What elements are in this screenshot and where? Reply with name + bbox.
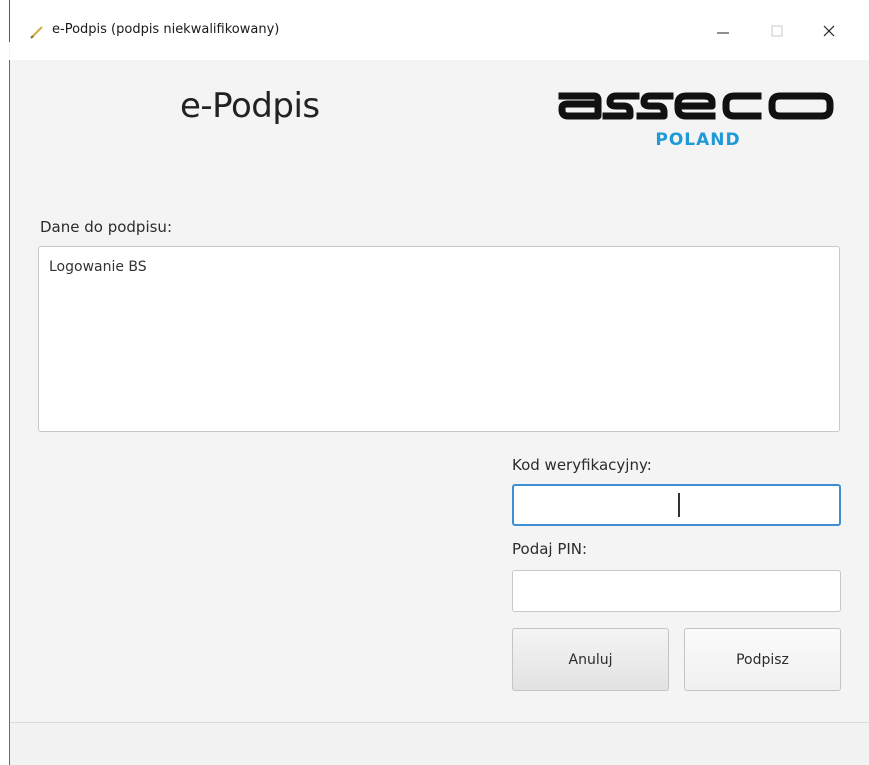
close-button[interactable]: [806, 14, 852, 48]
asseco-logo: POLAND: [558, 82, 838, 154]
app-title: e-Podpis: [180, 86, 320, 126]
pin-label: Podaj PIN:: [512, 540, 588, 558]
signing-window: e-Podpis (podpis niekwalifikowany) e-Pod…: [0, 0, 869, 765]
sign-data-text: Logowanie BS: [49, 259, 147, 275]
close-icon: [823, 25, 835, 37]
maximize-button[interactable]: [754, 14, 800, 48]
maximize-icon: [771, 25, 783, 37]
window-border: [9, 60, 10, 765]
verification-code-label: Kod weryfikacyjny:: [512, 456, 652, 474]
sign-data-label: Dane do podpisu:: [40, 218, 172, 236]
logo-subtitle: POLAND: [655, 130, 741, 150]
sign-button[interactable]: Podpisz: [684, 628, 841, 691]
cancel-button[interactable]: Anuluj: [512, 628, 669, 691]
minimize-icon: [717, 32, 729, 34]
sign-data-box[interactable]: Logowanie BS: [38, 246, 840, 432]
footer-bar: [10, 723, 869, 765]
verification-code-input[interactable]: [512, 484, 841, 526]
text-caret: [678, 493, 680, 517]
pen-icon: [30, 24, 44, 39]
window-title: e-Podpis (podpis niekwalifikowany): [52, 22, 280, 37]
desktop-edge: [0, 0, 9, 765]
title-bar[interactable]: e-Podpis (podpis niekwalifikowany): [10, 0, 869, 60]
minimize-button[interactable]: [700, 14, 746, 48]
asseco-wordmark-icon: [558, 92, 834, 120]
pin-input[interactable]: [512, 570, 841, 612]
